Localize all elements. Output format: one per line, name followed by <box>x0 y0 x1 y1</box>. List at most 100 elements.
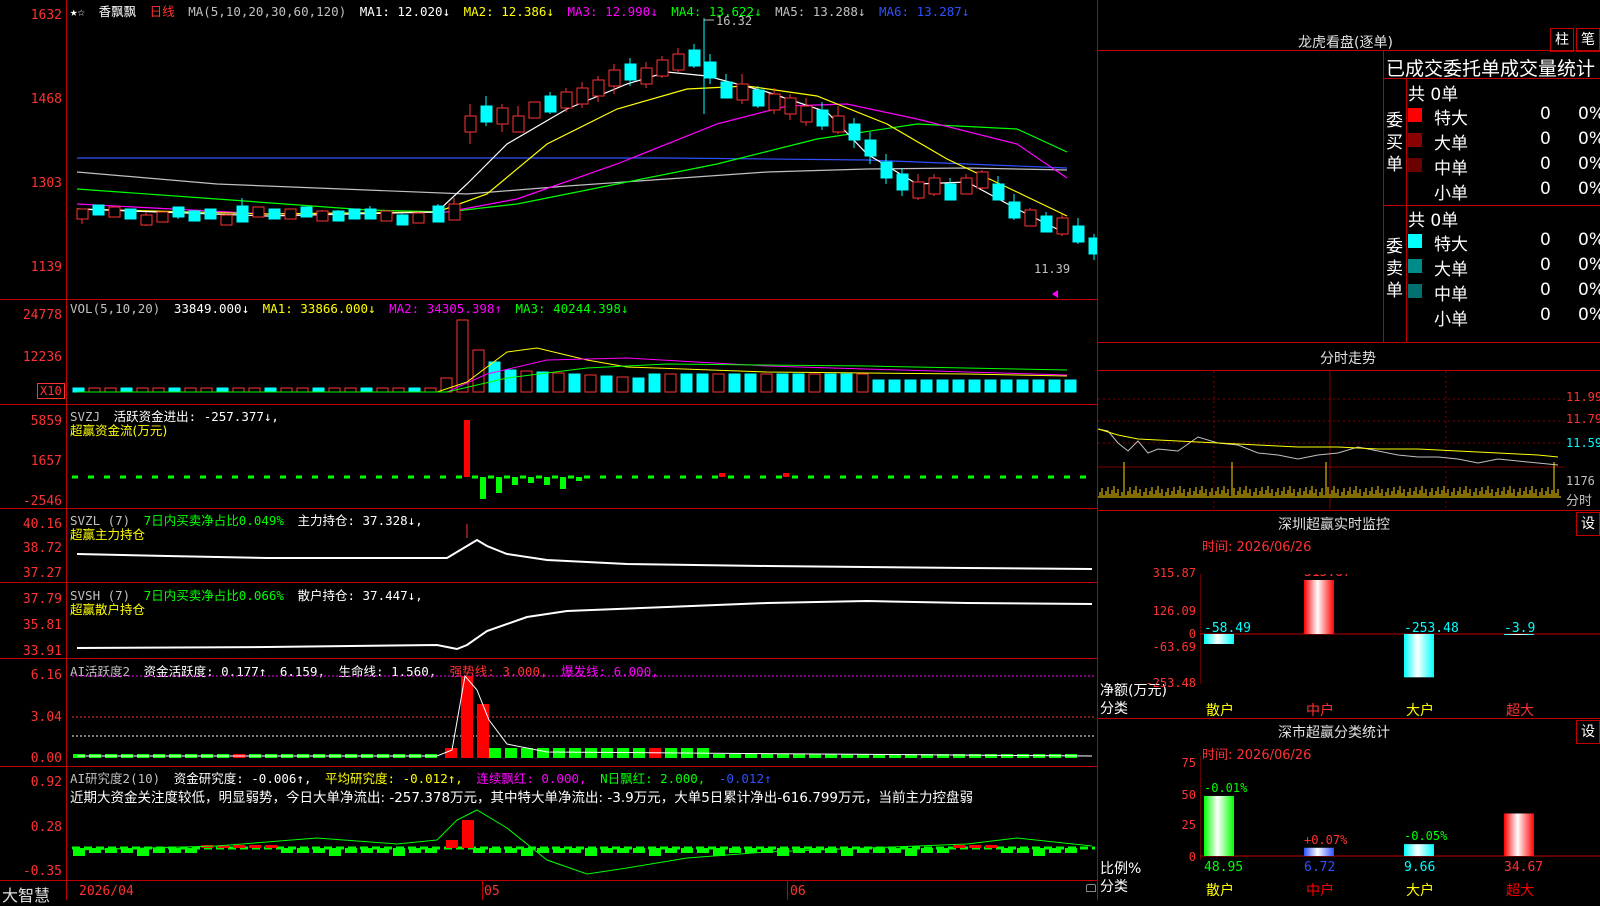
candle-body <box>92 204 105 216</box>
order-type-label: 小单 <box>1434 184 1468 204</box>
ai-active-chart <box>72 674 1095 758</box>
ai-bar <box>585 748 597 758</box>
research-bar <box>633 848 645 853</box>
divider-svsh-ai <box>0 658 1098 659</box>
bar-y-tick: 50 <box>1181 788 1196 802</box>
volume-bar <box>728 373 741 393</box>
research-bar <box>73 848 85 856</box>
bar-value-label: -253.48 <box>1404 621 1459 636</box>
order-row: 特大 0 0% <box>1408 230 1600 255</box>
sz-monitor-chart[interactable]: -58.49 315.87 -253.48 -3.9 <box>1200 574 1600 684</box>
order-row: 大单 0 0% <box>1408 129 1600 154</box>
ai-research-d: N日飘红: 2.000, <box>600 771 706 786</box>
research-bar <box>729 848 741 853</box>
bar-中户 <box>1304 580 1334 634</box>
order-percent: 0% <box>1578 154 1600 174</box>
volume-bar <box>1000 379 1013 393</box>
intraday-bottom-divider <box>1098 510 1600 511</box>
volume-bar <box>88 387 101 393</box>
lock-icon[interactable] <box>1086 884 1096 892</box>
divider-svzj-svzl <box>0 508 1098 509</box>
research-bar <box>265 845 277 848</box>
column-view-button[interactable]: 柱 <box>1550 28 1574 52</box>
research-bar <box>393 848 405 856</box>
research-bar <box>889 848 901 853</box>
candle-body <box>848 123 861 141</box>
dragon-bottom-divider <box>1098 342 1600 343</box>
svzj-bar <box>512 477 518 485</box>
candlestick-chart[interactable] <box>67 14 1097 299</box>
volume-bar <box>1032 379 1045 393</box>
ai-bar <box>569 748 581 758</box>
sz-class-cat-label: 分类 <box>1100 879 1128 895</box>
volume-bar <box>200 387 213 393</box>
research-bar <box>681 848 693 853</box>
candle-body <box>464 115 477 133</box>
candle-body <box>364 208 377 220</box>
candle-body <box>720 81 733 99</box>
candle-body <box>496 107 509 125</box>
research-bar <box>473 848 485 853</box>
divider-svzl-svsh <box>0 582 1098 583</box>
intraday-title: 分时走势 <box>1320 351 1376 367</box>
sell-orders-label: 委卖单 <box>1386 237 1403 301</box>
vol-unit-badge[interactable]: X10 <box>37 383 65 399</box>
research-bar <box>233 845 245 848</box>
volume-bar <box>408 387 421 393</box>
order-row: 中单 0 0% <box>1408 280 1600 305</box>
order-count: 0 <box>1540 230 1551 250</box>
intraday-tick-3: 11.59 <box>1566 436 1600 450</box>
bar-value-label: 315.87 <box>1304 574 1351 580</box>
y-tick-1303: 1303 <box>30 176 62 191</box>
order-type-label: 中单 <box>1434 285 1468 305</box>
research-bar <box>345 848 357 853</box>
research-bar <box>617 848 629 853</box>
candle-body <box>300 206 313 218</box>
bar-超大 <box>1504 813 1534 856</box>
bar-category-label: 中户 <box>1306 883 1334 899</box>
divider-ai-research <box>0 766 1098 767</box>
research-bar <box>1065 848 1077 853</box>
bar-delta-label: -0.05% <box>1404 829 1448 843</box>
bar-category-label: 散户 <box>1206 883 1234 899</box>
sz-class-settings-button[interactable]: 设 <box>1576 720 1600 744</box>
research-bar <box>153 848 165 853</box>
cursor-marker-icon <box>1052 290 1058 298</box>
ai-bar <box>1001 754 1013 758</box>
volume-bar <box>168 387 181 393</box>
volume-bar <box>696 373 709 393</box>
volume-bars <box>72 319 1077 393</box>
volume-bar <box>504 369 517 393</box>
bar-share-value: 48.95 <box>1204 860 1244 875</box>
candle-body <box>1024 209 1037 227</box>
bar-delta-label: -0.01% <box>1204 781 1248 795</box>
candle-body <box>124 208 137 220</box>
bar-share-value: 34.67 <box>1504 860 1544 875</box>
order-count: 0 <box>1540 305 1551 325</box>
volume-bar <box>1064 379 1077 393</box>
volume-bar <box>792 373 805 393</box>
sz-monitor-time: 时间: 2026/06/26 <box>1202 540 1312 555</box>
ai-bar <box>777 754 789 758</box>
sz-monitor-settings-button[interactable]: 设 <box>1576 512 1600 536</box>
high-marker-label: 16.32 <box>716 14 753 28</box>
order-count: 0 <box>1540 129 1551 149</box>
dragon-divider <box>1098 50 1600 51</box>
volume-bar <box>216 387 229 393</box>
order-color-swatch <box>1408 158 1422 172</box>
candle-body <box>752 89 765 107</box>
pen-view-button[interactable]: 笔 <box>1576 28 1600 52</box>
volume-bar <box>264 387 277 393</box>
volume-bar <box>600 375 613 393</box>
candle-body <box>864 139 877 157</box>
candle-body <box>912 181 925 199</box>
research-tick-028: 0.28 <box>30 820 62 835</box>
intraday-chart[interactable] <box>1098 371 1564 509</box>
ai-bar <box>521 748 533 758</box>
order-percent: 0% <box>1578 280 1600 300</box>
volume-bar <box>760 373 773 393</box>
sz-class-chart[interactable]: -0.01% +0.07% -0.05% <box>1200 756 1600 860</box>
volume-bar <box>520 370 533 393</box>
candle-body <box>480 105 493 123</box>
volume-bar <box>376 387 389 393</box>
